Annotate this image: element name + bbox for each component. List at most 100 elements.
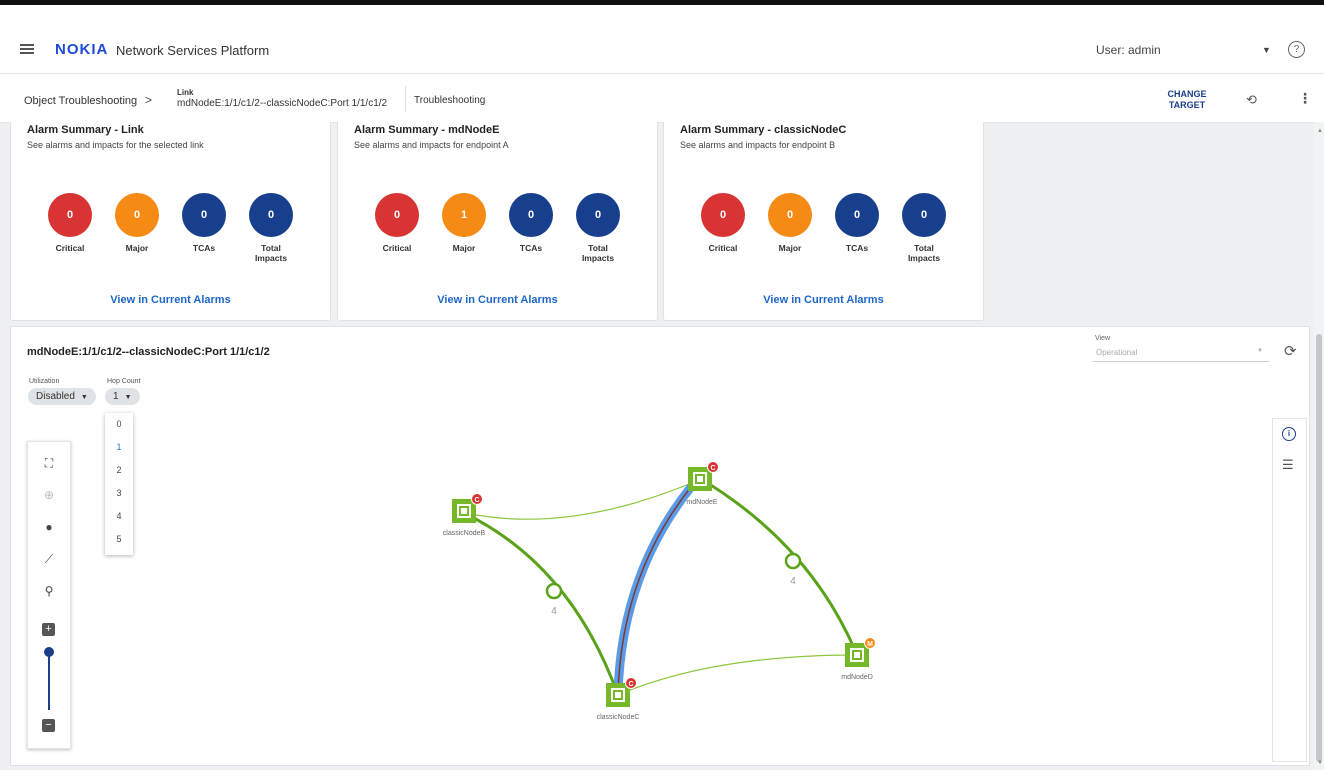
hop-option[interactable]: 5	[105, 528, 133, 551]
hop-option[interactable]: 2	[105, 459, 133, 482]
breadcrumb-root[interactable]: Object Troubleshooting	[24, 95, 137, 107]
major-label: Major	[125, 243, 149, 253]
scroll-down-icon[interactable]: ▼	[1317, 760, 1323, 766]
info-icon[interactable]: i	[1282, 427, 1296, 441]
tab-troubleshooting[interactable]: Troubleshooting	[414, 95, 485, 106]
topology-title: mdNodeE:1/1/c1/2--classicNodeC:Port 1/1/…	[27, 346, 270, 358]
node-mdNodeD[interactable]: M mdNodeD	[841, 637, 876, 682]
card-subtitle: See alarms and impacts for endpoint B	[680, 140, 836, 150]
link-count-label: 4	[551, 606, 557, 617]
link-group-marker	[545, 582, 563, 600]
critical-count[interactable]: 0	[375, 193, 419, 237]
alarm-card-endpoint-b: Alarm Summary - classicNodeC See alarms …	[663, 122, 984, 321]
history-icon[interactable]: ⟲	[1246, 92, 1257, 108]
total-impacts-count[interactable]: 0	[249, 193, 293, 237]
topology-graph[interactable]: 4 4 C classicNodeB C mdNodeE C classicNo…	[11, 415, 1271, 765]
view-current-alarms-link[interactable]: View in Current Alarms	[338, 294, 657, 306]
chevron-down-icon: ▼	[124, 394, 132, 401]
scroll-up-icon[interactable]: ▲	[1317, 128, 1323, 134]
total-impacts-label: Total Impacts	[907, 243, 941, 263]
critical-label: Critical	[55, 243, 85, 253]
scrollbar-thumb[interactable]	[1316, 334, 1322, 762]
critical-count[interactable]: 0	[48, 193, 92, 237]
more-options-icon[interactable]: ⋮	[1298, 90, 1312, 107]
node-classicNodeC[interactable]: C classicNodeC	[597, 677, 640, 722]
hop-option[interactable]: 4	[105, 505, 133, 528]
zoom-slider-handle[interactable]	[44, 647, 54, 657]
hop-option[interactable]: 3	[105, 482, 133, 505]
center-icon[interactable]: ⊕	[28, 488, 70, 502]
node-style-icon[interactable]: ●	[28, 520, 70, 534]
utilization-label: Utilization	[29, 378, 60, 385]
selected-link	[617, 486, 692, 696]
change-target-button[interactable]: CHANGE TARGET	[1160, 89, 1214, 111]
refresh-icon[interactable]: ⟳	[1284, 342, 1297, 360]
view-current-alarms-link[interactable]: View in Current Alarms	[11, 294, 330, 306]
tcas-count[interactable]: 0	[182, 193, 226, 237]
card-title: Alarm Summary - Link	[27, 124, 144, 136]
critical-label: Critical	[708, 243, 738, 253]
view-current-alarms-link[interactable]: View in Current Alarms	[664, 294, 983, 306]
app-header: NOKIA Network Services Platform User: ad…	[0, 5, 1324, 74]
node-label: mdNodeD	[841, 674, 873, 681]
side-panel: i ☰	[1272, 418, 1307, 762]
link-classicNodeB-mdNodeE	[465, 478, 702, 520]
zoom-slider[interactable]	[48, 654, 50, 710]
utilization-select[interactable]: Disabled ▼	[28, 388, 96, 405]
list-icon[interactable]: ☰	[1282, 457, 1294, 473]
link-count-label: 4	[790, 576, 796, 587]
fit-screen-icon[interactable]: ⛶	[28, 456, 70, 471]
node-label: mdNodeE	[686, 499, 717, 506]
map-pin-icon[interactable]: ⚲	[28, 584, 70, 598]
card-subtitle: See alarms and impacts for endpoint A	[354, 140, 509, 150]
node-mdNodeE[interactable]: C mdNodeE	[686, 461, 719, 507]
zoom-out-icon[interactable]: −	[42, 719, 55, 732]
major-label: Major	[452, 243, 476, 253]
critical-label: Critical	[382, 243, 412, 253]
help-icon[interactable]: ?	[1288, 41, 1305, 58]
major-count[interactable]: 1	[442, 193, 486, 237]
node-label: classicNodeB	[443, 530, 486, 537]
major-label: Major	[778, 243, 802, 253]
link-mdNodeE-mdNodeD	[700, 477, 859, 656]
tcas-count[interactable]: 0	[509, 193, 553, 237]
node-label: classicNodeC	[597, 714, 640, 721]
link-style-icon[interactable]: ⟋	[28, 552, 70, 567]
object-type: Link	[177, 88, 194, 97]
breadcrumb: Object Troubleshooting > Link mdNodeE:1/…	[0, 74, 1324, 123]
chevron-down-icon[interactable]: ▼	[1262, 45, 1271, 55]
map-toolbar: ⛶ ⊕ ● ⟋ ⚲ + −	[27, 441, 71, 749]
hop-count-select[interactable]: 1 ▼	[105, 388, 140, 405]
app-title: Network Services Platform	[116, 43, 270, 58]
card-title: Alarm Summary - mdNodeE	[354, 124, 500, 136]
major-count[interactable]: 0	[768, 193, 812, 237]
link-classicNodeB-classicNodeC	[463, 511, 620, 696]
total-impacts-count[interactable]: 0	[576, 193, 620, 237]
alarm-card-endpoint-a: Alarm Summary - mdNodeE See alarms and i…	[337, 122, 658, 321]
view-value: Operational	[1096, 348, 1138, 357]
total-impacts-count[interactable]: 0	[902, 193, 946, 237]
link-classicNodeC-mdNodeD	[617, 654, 858, 696]
menu-icon[interactable]	[20, 44, 34, 54]
chevron-right-icon: >	[145, 93, 153, 107]
user-name[interactable]: User: admin	[1096, 43, 1161, 57]
critical-count[interactable]: 0	[701, 193, 745, 237]
hop-count-label: Hop Count	[107, 378, 141, 385]
major-count[interactable]: 0	[115, 193, 159, 237]
svg-text:C: C	[474, 497, 479, 504]
chevron-down-icon: ▼	[80, 394, 88, 401]
tcas-label: TCAs	[519, 243, 543, 253]
hop-count-dropdown: 0 1 2 3 4 5	[105, 413, 133, 555]
zoom-in-icon[interactable]: +	[42, 623, 55, 636]
hop-option[interactable]: 0	[105, 413, 133, 436]
selected-link-highlight	[613, 484, 695, 696]
svg-text:C: C	[710, 465, 715, 472]
hop-option-selected[interactable]: 1	[105, 436, 133, 459]
tcas-count[interactable]: 0	[835, 193, 879, 237]
topology-panel: mdNodeE:1/1/c1/2--classicNodeC:Port 1/1/…	[10, 326, 1310, 766]
topology-map[interactable]: 4 4 C classicNodeB C mdNodeE C classicNo…	[11, 415, 1271, 765]
view-select[interactable]: Operational ▼	[1093, 345, 1269, 362]
scrollbar[interactable]	[1314, 122, 1324, 770]
logo: NOKIA	[55, 41, 109, 58]
tcas-label: TCAs	[192, 243, 216, 253]
